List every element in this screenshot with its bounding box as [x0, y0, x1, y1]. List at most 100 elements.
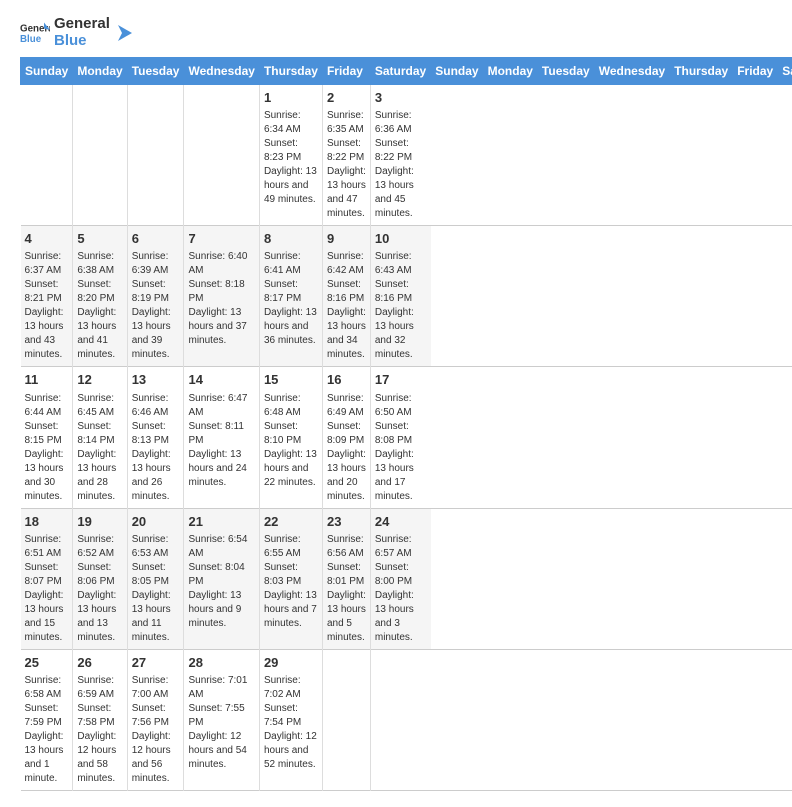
calendar-cell: 15Sunrise: 6:48 AMSunset: 8:10 PMDayligh…: [259, 367, 322, 508]
header-wednesday: Wednesday: [184, 58, 259, 85]
calendar-cell: 2 Sunrise: 6:35 AMSunset: 8:22 PMDaylight…: [322, 85, 370, 226]
header-monday: Monday: [73, 58, 127, 85]
calendar-cell: 4Sunrise: 6:37 AMSunset: 8:21 PMDaylight…: [21, 226, 73, 367]
day-info: Sunrise: 6:50 AMSunset: 8:08 PMDaylight:…: [375, 392, 427, 504]
calendar-week-row: 11 Sunrise: 6:44 AMSunset: 8:15 PMDayligh…: [21, 367, 792, 508]
header: General Blue General Blue: [20, 16, 772, 49]
logo-icon: General Blue: [20, 21, 50, 45]
calendar-cell: 20 Sunrise: 6:53 AMSunset: 8:05 PMDayligh…: [127, 508, 184, 649]
calendar-cell: 25Sunrise: 6:58 AMSunset: 7:59 PMDayligh…: [21, 649, 73, 790]
day-info: Sunrise: 6:51 AMSunset: 8:07 PMDaylight:…: [25, 533, 69, 645]
day-number: 17: [375, 371, 427, 389]
day-info: Sunrise: 6:47 AMSunset: 8:11 PMDaylight:…: [188, 392, 254, 490]
calendar-cell: 29Sunrise: 7:02 AMSunset: 7:54 PMDayligh…: [259, 649, 322, 790]
header-friday: Friday: [322, 58, 370, 85]
day-info: Sunrise: 6:45 AMSunset: 8:14 PMDaylight:…: [77, 392, 122, 504]
day-info: Sunrise: 6:34 AMSunset: 8:23 PMDaylight:…: [264, 109, 318, 207]
calendar-week-row: 1 Sunrise: 6:34 AMSunset: 8:23 PMDaylight…: [21, 85, 792, 226]
day-info: Sunrise: 6:38 AMSunset: 8:20 PMDaylight:…: [77, 250, 122, 362]
calendar-cell: [127, 85, 184, 226]
day-info: Sunrise: 6:41 AMSunset: 8:17 PMDaylight:…: [264, 250, 318, 348]
calendar-cell: 17 Sunrise: 6:50 AMSunset: 8:08 PMDayligh…: [370, 367, 430, 508]
day-info: Sunrise: 6:59 AMSunset: 7:58 PMDaylight:…: [77, 674, 122, 786]
calendar-cell: [322, 649, 370, 790]
calendar-cell: 8 Sunrise: 6:41 AMSunset: 8:17 PMDaylight…: [259, 226, 322, 367]
header-day-thursday: Thursday: [670, 58, 733, 85]
day-number: 8: [264, 230, 318, 248]
day-info: Sunrise: 7:01 AMSunset: 7:55 PMDaylight:…: [188, 674, 254, 772]
calendar-cell: 12 Sunrise: 6:45 AMSunset: 8:14 PMDayligh…: [73, 367, 127, 508]
calendar-cell: 14 Sunrise: 6:47 AMSunset: 8:11 PMDayligh…: [184, 367, 259, 508]
day-info: Sunrise: 6:44 AMSunset: 8:15 PMDaylight:…: [25, 392, 69, 504]
day-number: 2: [327, 89, 366, 107]
day-info: Sunrise: 6:40 AMSunset: 8:18 PMDaylight:…: [188, 250, 254, 348]
calendar-cell: [184, 85, 259, 226]
calendar-cell: 27Sunrise: 7:00 AMSunset: 7:56 PMDayligh…: [127, 649, 184, 790]
day-info: Sunrise: 6:53 AMSunset: 8:05 PMDaylight:…: [132, 533, 180, 645]
calendar-cell: [370, 649, 430, 790]
calendar-week-row: 18Sunrise: 6:51 AMSunset: 8:07 PMDayligh…: [21, 508, 792, 649]
day-number: 16: [327, 371, 366, 389]
svg-text:Blue: Blue: [20, 34, 42, 45]
day-info: Sunrise: 6:36 AMSunset: 8:22 PMDaylight:…: [375, 109, 427, 221]
header-day-friday: Friday: [733, 58, 778, 85]
day-info: Sunrise: 6:35 AMSunset: 8:22 PMDaylight:…: [327, 109, 366, 221]
calendar-cell: 1 Sunrise: 6:34 AMSunset: 8:23 PMDaylight…: [259, 85, 322, 226]
day-info: Sunrise: 7:00 AMSunset: 7:56 PMDaylight:…: [132, 674, 180, 786]
logo-blue-text: Blue: [54, 33, 110, 50]
day-number: 1: [264, 89, 318, 107]
day-number: 20: [132, 513, 180, 531]
day-number: 9: [327, 230, 366, 248]
day-info: Sunrise: 6:39 AMSunset: 8:19 PMDaylight:…: [132, 250, 180, 362]
calendar-cell: 5 Sunrise: 6:38 AMSunset: 8:20 PMDaylight…: [73, 226, 127, 367]
header-day-monday: Monday: [483, 58, 537, 85]
day-info: Sunrise: 6:52 AMSunset: 8:06 PMDaylight:…: [77, 533, 122, 645]
calendar-cell: [73, 85, 127, 226]
header-tuesday: Tuesday: [127, 58, 184, 85]
calendar-cell: [21, 85, 73, 226]
logo-general-text: General: [54, 16, 110, 33]
day-number: 28: [188, 654, 254, 672]
day-number: 11: [25, 371, 69, 389]
day-number: 13: [132, 371, 180, 389]
header-day-wednesday: Wednesday: [594, 58, 669, 85]
day-info: Sunrise: 6:43 AMSunset: 8:16 PMDaylight:…: [375, 250, 427, 362]
day-number: 12: [77, 371, 122, 389]
calendar-cell: 22Sunrise: 6:55 AMSunset: 8:03 PMDayligh…: [259, 508, 322, 649]
day-number: 4: [25, 230, 69, 248]
calendar-cell: 11 Sunrise: 6:44 AMSunset: 8:15 PMDayligh…: [21, 367, 73, 508]
header-day-sunday: Sunday: [431, 58, 483, 85]
header-day-tuesday: Tuesday: [537, 58, 594, 85]
calendar-cell: 21Sunrise: 6:54 AMSunset: 8:04 PMDayligh…: [184, 508, 259, 649]
header-thursday: Thursday: [259, 58, 322, 85]
day-number: 26: [77, 654, 122, 672]
header-saturday: Saturday: [370, 58, 430, 85]
day-info: Sunrise: 6:58 AMSunset: 7:59 PMDaylight:…: [25, 674, 69, 786]
calendar-cell: 6 Sunrise: 6:39 AMSunset: 8:19 PMDaylight…: [127, 226, 184, 367]
calendar-cell: 19 Sunrise: 6:52 AMSunset: 8:06 PMDayligh…: [73, 508, 127, 649]
calendar-cell: 16 Sunrise: 6:49 AMSunset: 8:09 PMDayligh…: [322, 367, 370, 508]
day-number: 24: [375, 513, 427, 531]
calendar-cell: 24Sunrise: 6:57 AMSunset: 8:00 PMDayligh…: [370, 508, 430, 649]
day-number: 21: [188, 513, 254, 531]
logo: General Blue General Blue: [20, 16, 134, 49]
calendar-cell: 7Sunrise: 6:40 AMSunset: 8:18 PMDaylight…: [184, 226, 259, 367]
header-day-saturday: Saturday: [778, 58, 792, 85]
calendar-cell: 10 Sunrise: 6:43 AMSunset: 8:16 PMDayligh…: [370, 226, 430, 367]
calendar-week-row: 25Sunrise: 6:58 AMSunset: 7:59 PMDayligh…: [21, 649, 792, 790]
day-number: 23: [327, 513, 366, 531]
calendar-cell: 23Sunrise: 6:56 AMSunset: 8:01 PMDayligh…: [322, 508, 370, 649]
calendar-table: SundayMondayTuesdayWednesdayThursdayFrid…: [20, 57, 792, 791]
day-info: Sunrise: 6:46 AMSunset: 8:13 PMDaylight:…: [132, 392, 180, 504]
calendar-cell: 9Sunrise: 6:42 AMSunset: 8:16 PMDaylight…: [322, 226, 370, 367]
day-info: Sunrise: 7:02 AMSunset: 7:54 PMDaylight:…: [264, 674, 318, 772]
day-number: 14: [188, 371, 254, 389]
day-number: 19: [77, 513, 122, 531]
header-sunday: Sunday: [21, 58, 73, 85]
day-number: 5: [77, 230, 122, 248]
calendar-cell: 13 Sunrise: 6:46 AMSunset: 8:13 PMDayligh…: [127, 367, 184, 508]
day-number: 6: [132, 230, 180, 248]
day-number: 10: [375, 230, 427, 248]
calendar-week-row: 4Sunrise: 6:37 AMSunset: 8:21 PMDaylight…: [21, 226, 792, 367]
day-info: Sunrise: 6:49 AMSunset: 8:09 PMDaylight:…: [327, 392, 366, 504]
